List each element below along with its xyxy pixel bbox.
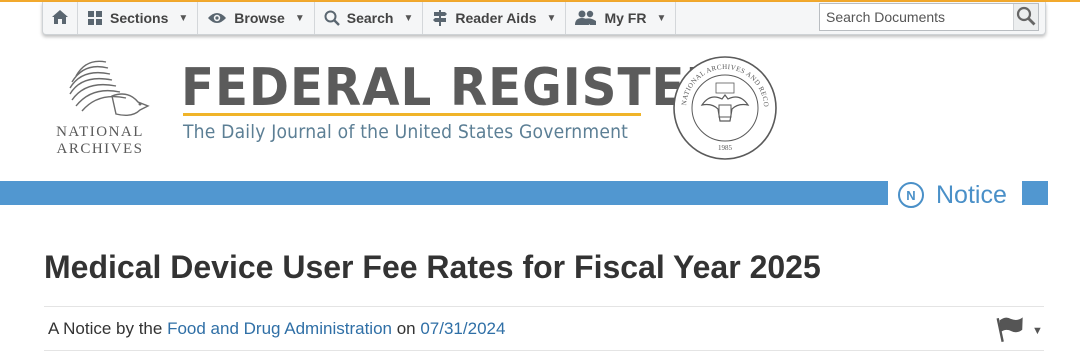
grid-icon [87, 10, 103, 26]
band-end-block [1022, 181, 1048, 205]
archives-line-1: NATIONAL [56, 124, 144, 140]
document-type-label: Notice [936, 181, 1007, 209]
search-box [819, 3, 1039, 31]
eagle-icon [69, 60, 150, 117]
eye-icon [207, 11, 227, 25]
nav-browse[interactable]: Browse ▼ [198, 2, 315, 34]
flag-menu-button[interactable]: ▼ [996, 316, 1046, 346]
nav-sections[interactable]: Sections ▼ [78, 2, 199, 34]
home-icon [51, 9, 69, 28]
chevron-down-icon: ▼ [403, 12, 414, 24]
search-icon [324, 10, 340, 26]
seal-year: 1985 [718, 144, 733, 152]
agency-link[interactable]: Food and Drug Administration [167, 319, 392, 338]
nav-sections-label: Sections [110, 10, 169, 26]
nav-browse-label: Browse [234, 10, 285, 26]
signpost-icon [432, 9, 448, 27]
chevron-down-icon: ▼ [656, 12, 667, 24]
chevron-down-icon: ▼ [546, 12, 557, 24]
nav-reader-aids-label: Reader Aids [455, 10, 537, 26]
title-rule [183, 113, 641, 116]
nara-seal: NATIONAL ARCHIVES AND RECORDS ADMINISTRA… [669, 49, 778, 161]
nav-my-fr[interactable]: My FR ▼ [566, 2, 677, 34]
main-nav-bar: Sections ▼ Browse ▼ Search ▼ Reader Aids… [42, 2, 1046, 35]
nav-my-fr-label: My FR [604, 10, 647, 26]
meta-prefix: A Notice by the [48, 319, 168, 338]
notice-badge-icon: N [898, 182, 924, 208]
search-icon [1016, 6, 1036, 29]
nav-search[interactable]: Search ▼ [315, 2, 424, 34]
home-button[interactable] [43, 2, 78, 34]
chevron-down-icon: ▼ [178, 12, 189, 24]
federal-register-tagline: The Daily Journal of the United States G… [183, 121, 629, 143]
divider [44, 350, 1044, 351]
flag-icon [996, 315, 1026, 348]
search-input[interactable] [820, 4, 1013, 30]
search-submit-button[interactable] [1013, 4, 1038, 30]
meta-on: on [391, 319, 421, 338]
document-meta: A Notice by the Food and Drug Administra… [48, 318, 505, 340]
chevron-down-icon: ▼ [294, 12, 305, 24]
publication-date-link[interactable]: 07/31/2024 [420, 319, 505, 338]
archives-line-2: ARCHIVES [56, 141, 144, 157]
nav-search-label: Search [346, 10, 394, 26]
document-type-band [0, 181, 888, 205]
divider [44, 306, 1044, 307]
document-title: Medical Device User Fee Rates for Fiscal… [44, 249, 821, 285]
federal-register-title[interactable]: FEDERAL REGISTER [181, 58, 723, 118]
national-archives-text: NATIONAL ARCHIVES [46, 124, 154, 158]
users-icon [575, 10, 597, 26]
nav-reader-aids[interactable]: Reader Aids ▼ [423, 2, 567, 34]
chevron-down-icon: ▼ [1032, 325, 1043, 337]
